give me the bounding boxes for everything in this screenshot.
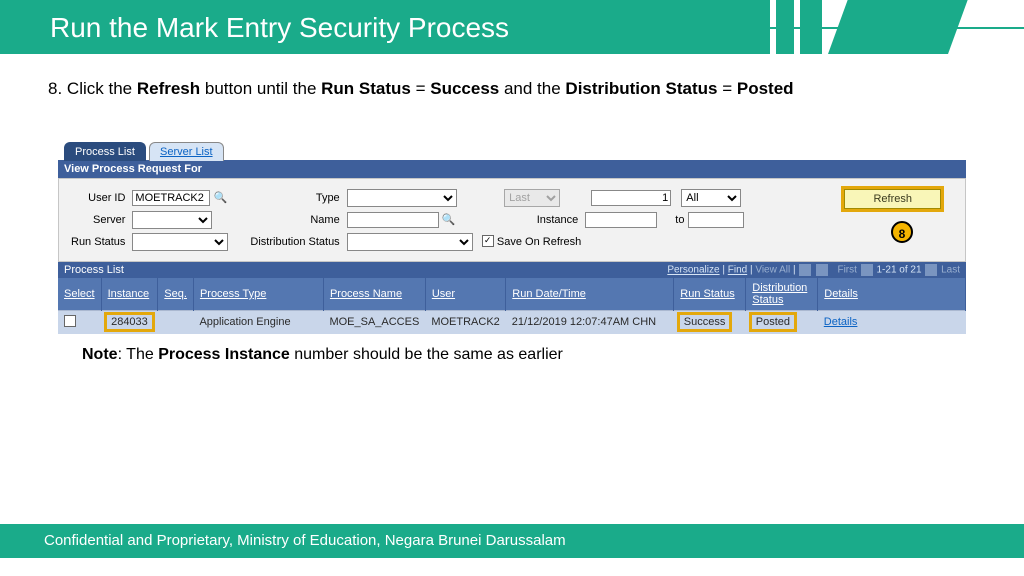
- footer-bar: Confidential and Proprietary, Ministry o…: [0, 524, 1024, 558]
- process-grid: Select Instance Seq. Process Type Proces…: [58, 278, 966, 334]
- run-status-select[interactable]: [132, 233, 228, 251]
- grid-title: Process List: [64, 264, 124, 276]
- slide-title: Run the Mark Entry Security Process: [0, 0, 770, 54]
- prev-icon[interactable]: [861, 264, 873, 276]
- row-select-checkbox[interactable]: [64, 315, 76, 327]
- save-on-refresh-label: Save On Refresh: [497, 236, 581, 248]
- first-link[interactable]: First: [837, 265, 856, 276]
- instruction-text: 8. Click the Refresh button until the Ru…: [48, 78, 868, 101]
- last-unit-select[interactable]: All: [681, 189, 741, 207]
- download-icon[interactable]: [799, 264, 811, 276]
- app-screenshot: Process List Server List View Process Re…: [58, 141, 966, 334]
- user-id-label: User ID: [71, 189, 128, 207]
- col-seq[interactable]: Seq.: [158, 278, 194, 311]
- seq-cell: [158, 310, 194, 334]
- pname-cell: MOE_SA_ACCES: [323, 310, 425, 334]
- title-decor: [770, 0, 1024, 54]
- find-link[interactable]: Find: [728, 265, 747, 276]
- col-dstatus[interactable]: Distribution Status: [746, 278, 818, 311]
- title-bar: Run the Mark Entry Security Process: [0, 0, 1024, 54]
- to-label: to: [675, 214, 684, 226]
- paging-text: 1-21 of 21: [876, 265, 921, 276]
- view-all-link[interactable]: View All: [755, 265, 790, 276]
- rstatus-cell: Success: [680, 315, 730, 329]
- section-view-request: View Process Request For: [58, 160, 966, 178]
- ptype-cell: Application Engine: [193, 310, 323, 334]
- dist-status-select[interactable]: [347, 233, 473, 251]
- save-on-refresh-checkbox[interactable]: [482, 235, 494, 247]
- col-user[interactable]: User: [425, 278, 505, 311]
- name-input[interactable]: [347, 212, 439, 228]
- tab-process-list[interactable]: Process List: [64, 142, 146, 161]
- last-count-input[interactable]: [591, 190, 671, 206]
- instance-cell: 284033: [107, 315, 152, 329]
- refresh-button[interactable]: Refresh: [844, 189, 941, 209]
- user-id-input[interactable]: [132, 190, 210, 206]
- tab-server-list[interactable]: Server List: [149, 142, 224, 161]
- grid-header-bar: Process List Personalize | Find | View A…: [58, 262, 966, 278]
- rundt-cell: 21/12/2019 12:07:47AM CHN: [506, 310, 674, 334]
- table-row: 284033 Application Engine MOE_SA_ACCES M…: [58, 310, 966, 334]
- dist-status-label: Distribution Status: [232, 233, 342, 251]
- dstatus-cell: Posted: [752, 315, 794, 329]
- server-label: Server: [71, 211, 128, 229]
- col-ptype[interactable]: Process Type: [193, 278, 323, 311]
- instance-from-input[interactable]: [585, 212, 657, 228]
- note-text: Note: The Process Instance number should…: [82, 346, 976, 364]
- col-rundt[interactable]: Run Date/Time: [506, 278, 674, 311]
- personalize-link[interactable]: Personalize: [667, 265, 719, 276]
- last-link[interactable]: Last: [941, 265, 960, 276]
- search-icon[interactable]: 🔍: [442, 214, 456, 226]
- col-details[interactable]: Details: [818, 278, 966, 311]
- server-select[interactable]: [132, 211, 212, 229]
- type-select[interactable]: [347, 189, 457, 207]
- col-pname[interactable]: Process Name: [323, 278, 425, 311]
- search-icon[interactable]: 🔍: [213, 192, 227, 204]
- callout-marker: 8: [891, 221, 913, 243]
- details-link[interactable]: Details: [824, 316, 858, 328]
- col-select[interactable]: Select: [58, 278, 101, 311]
- run-status-label: Run Status: [71, 233, 128, 251]
- col-instance[interactable]: Instance: [101, 278, 158, 311]
- instance-to-input[interactable]: [688, 212, 744, 228]
- next-icon[interactable]: [925, 264, 937, 276]
- user-cell: MOETRACK2: [425, 310, 505, 334]
- filter-panel: User ID 🔍 Type Last All Server Name 🔍 In…: [58, 178, 966, 262]
- type-label: Type: [232, 189, 342, 207]
- last-select: Last: [504, 189, 560, 207]
- instance-label: Instance: [498, 211, 581, 229]
- col-rstatus[interactable]: Run Status: [674, 278, 746, 311]
- name-label: Name: [232, 211, 342, 229]
- grid-icon[interactable]: [816, 264, 828, 276]
